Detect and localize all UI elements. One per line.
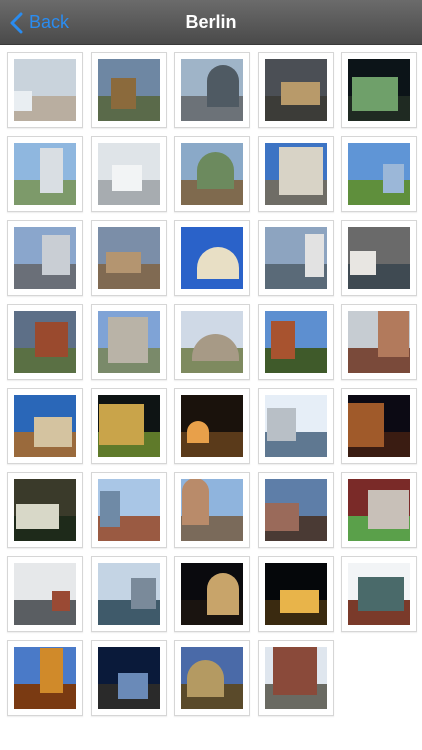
photo-image [14, 647, 76, 709]
photo-thumbnail[interactable] [7, 472, 83, 548]
photo-image [14, 143, 76, 205]
photo-thumbnail[interactable] [174, 472, 250, 548]
photo-thumbnail[interactable] [90, 304, 167, 380]
photo-thumbnail[interactable] [257, 52, 334, 128]
photo-image [14, 311, 76, 373]
photo-thumbnail[interactable] [257, 304, 334, 380]
photo-thumbnail[interactable] [341, 136, 417, 212]
photo-thumbnail[interactable] [7, 136, 83, 212]
photo-image [97, 479, 160, 541]
photo-thumbnail[interactable] [7, 220, 83, 296]
photo-thumbnail[interactable] [7, 556, 83, 632]
photo-image [97, 647, 160, 709]
photo-image [97, 143, 160, 205]
photo-image [181, 59, 243, 121]
photo-image [264, 563, 327, 625]
photo-image [14, 227, 76, 289]
photo-image [97, 563, 160, 625]
photo-thumbnail[interactable] [90, 388, 167, 464]
photo-image [181, 227, 243, 289]
photo-image [264, 311, 327, 373]
photo-image [14, 59, 76, 121]
photo-thumbnail[interactable] [341, 556, 417, 632]
photo-thumbnail[interactable] [341, 52, 417, 128]
photo-image [348, 59, 410, 121]
photo-thumbnail[interactable] [174, 136, 250, 212]
photo-image [348, 143, 410, 205]
photo-thumbnail[interactable] [90, 220, 167, 296]
photo-image [264, 227, 327, 289]
photo-thumbnail[interactable] [257, 388, 334, 464]
photo-thumbnail[interactable] [257, 136, 334, 212]
photo-image [348, 311, 410, 373]
photo-thumbnail[interactable] [7, 388, 83, 464]
photo-image [264, 143, 327, 205]
photo-thumbnail[interactable] [7, 52, 83, 128]
photo-thumbnail[interactable] [7, 640, 83, 716]
photo-thumbnail[interactable] [341, 304, 417, 380]
photo-thumbnail[interactable] [174, 52, 250, 128]
navigation-bar: Back Berlin [0, 0, 422, 45]
photo-image [97, 59, 160, 121]
photo-thumbnail[interactable] [174, 556, 250, 632]
photo-thumbnail[interactable] [7, 304, 83, 380]
photo-thumbnail[interactable] [341, 472, 417, 548]
photo-thumbnail[interactable] [341, 220, 417, 296]
photo-image [97, 227, 160, 289]
photo-image [181, 563, 243, 625]
photo-thumbnail[interactable] [174, 640, 250, 716]
photo-image [181, 395, 243, 457]
photo-thumbnail[interactable] [174, 220, 250, 296]
photo-thumbnail[interactable] [90, 52, 167, 128]
photo-thumbnail[interactable] [257, 220, 334, 296]
photo-image [97, 395, 160, 457]
photo-image [181, 143, 243, 205]
photo-image [348, 227, 410, 289]
photo-image [181, 647, 243, 709]
photo-image [14, 479, 76, 541]
photo-image [348, 479, 410, 541]
photo-thumbnail[interactable] [257, 556, 334, 632]
photo-thumbnail[interactable] [174, 388, 250, 464]
photo-thumbnail[interactable] [90, 472, 167, 548]
photo-image [264, 59, 327, 121]
photo-image [181, 311, 243, 373]
photo-thumbnail[interactable] [174, 304, 250, 380]
photo-thumbnail[interactable] [90, 556, 167, 632]
photo-image [97, 311, 160, 373]
photo-thumbnail[interactable] [257, 640, 334, 716]
page-title: Berlin [185, 12, 237, 32]
photo-thumbnail[interactable] [90, 640, 167, 716]
photo-image [264, 395, 327, 457]
photo-image [264, 647, 327, 709]
photo-image [348, 563, 410, 625]
photo-image [14, 395, 76, 457]
photo-image [348, 395, 410, 457]
photo-image [264, 479, 327, 541]
photo-thumbnail[interactable] [90, 136, 167, 212]
photo-image [181, 479, 243, 541]
photo-image [14, 563, 76, 625]
photo-grid [7, 52, 417, 716]
photo-thumbnail[interactable] [257, 472, 334, 548]
photo-thumbnail[interactable] [341, 388, 417, 464]
